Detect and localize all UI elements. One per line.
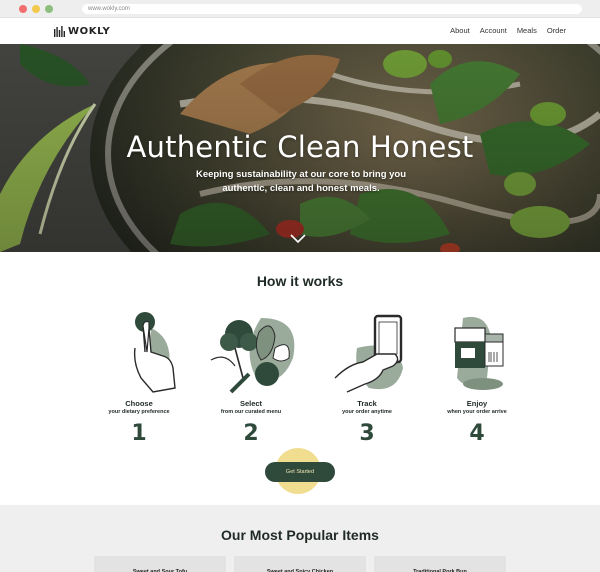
phone-in-hand-icon — [334, 314, 403, 393]
nav-link-order[interactable]: Order — [547, 26, 566, 35]
logo-bars-icon — [54, 25, 65, 37]
step-description: your dietary preference — [108, 409, 170, 415]
step-number: 1 — [131, 421, 147, 446]
vegetables-icon — [210, 318, 295, 394]
nav-link-about[interactable]: About — [450, 26, 470, 35]
logo[interactable]: WOKLY — [54, 25, 110, 37]
step-select: Select from our curated menu 2 — [186, 308, 316, 446]
menu-item-card[interactable]: Sweet and Sour Tofu — [94, 556, 226, 572]
step-number: 2 — [243, 421, 259, 446]
step-enjoy: Enjoy when your order arrive 4 — [412, 308, 542, 446]
delivery-box-icon — [454, 316, 504, 390]
menu-item-card[interactable]: Sweet and Spicy Chicken — [234, 556, 366, 572]
step-description: when your order arrive — [447, 409, 507, 415]
logo-text: WOKLY — [68, 25, 111, 37]
step-choose: Choose your dietary preference 1 — [74, 308, 204, 446]
step-number: 4 — [469, 421, 485, 446]
address-bar[interactable]: www.wokly.com — [82, 4, 582, 14]
close-window-dot[interactable] — [19, 5, 27, 13]
get-started-wrapper: Get Started — [265, 448, 335, 494]
hand-tap-icon — [133, 312, 176, 393]
browser-chrome: www.wokly.com — [0, 0, 600, 18]
step-description: from our curated menu — [220, 409, 282, 415]
chevron-down-icon[interactable] — [290, 234, 306, 244]
step-title: Select — [239, 399, 263, 408]
minimize-window-dot[interactable] — [32, 5, 40, 13]
nav-link-account[interactable]: Account — [480, 26, 507, 35]
nav-links: About Account Meals Order — [450, 26, 566, 35]
hero-subtitle: Keeping sustainability at our core to br… — [195, 169, 407, 194]
hero-title: Authentic Clean Honest — [126, 130, 474, 164]
top-nav: WOKLY About Account Meals Order — [0, 18, 600, 44]
get-started-button[interactable]: Get Started — [265, 462, 335, 482]
popular-items-section: Our Most Popular Items Sweet and Sour To… — [0, 505, 600, 572]
nav-link-meals[interactable]: Meals — [517, 26, 537, 35]
menu-item-card[interactable]: Traditional Pork Bun — [374, 556, 506, 572]
step-title: Enjoy — [466, 399, 488, 408]
step-title: Choose — [125, 399, 153, 408]
popular-items-title: Our Most Popular Items — [221, 527, 379, 543]
hero-banner: Authentic Clean Honest Keeping sustainab… — [0, 44, 600, 252]
maximize-window-dot[interactable] — [45, 5, 53, 13]
how-it-works-title: How it works — [256, 273, 344, 289]
